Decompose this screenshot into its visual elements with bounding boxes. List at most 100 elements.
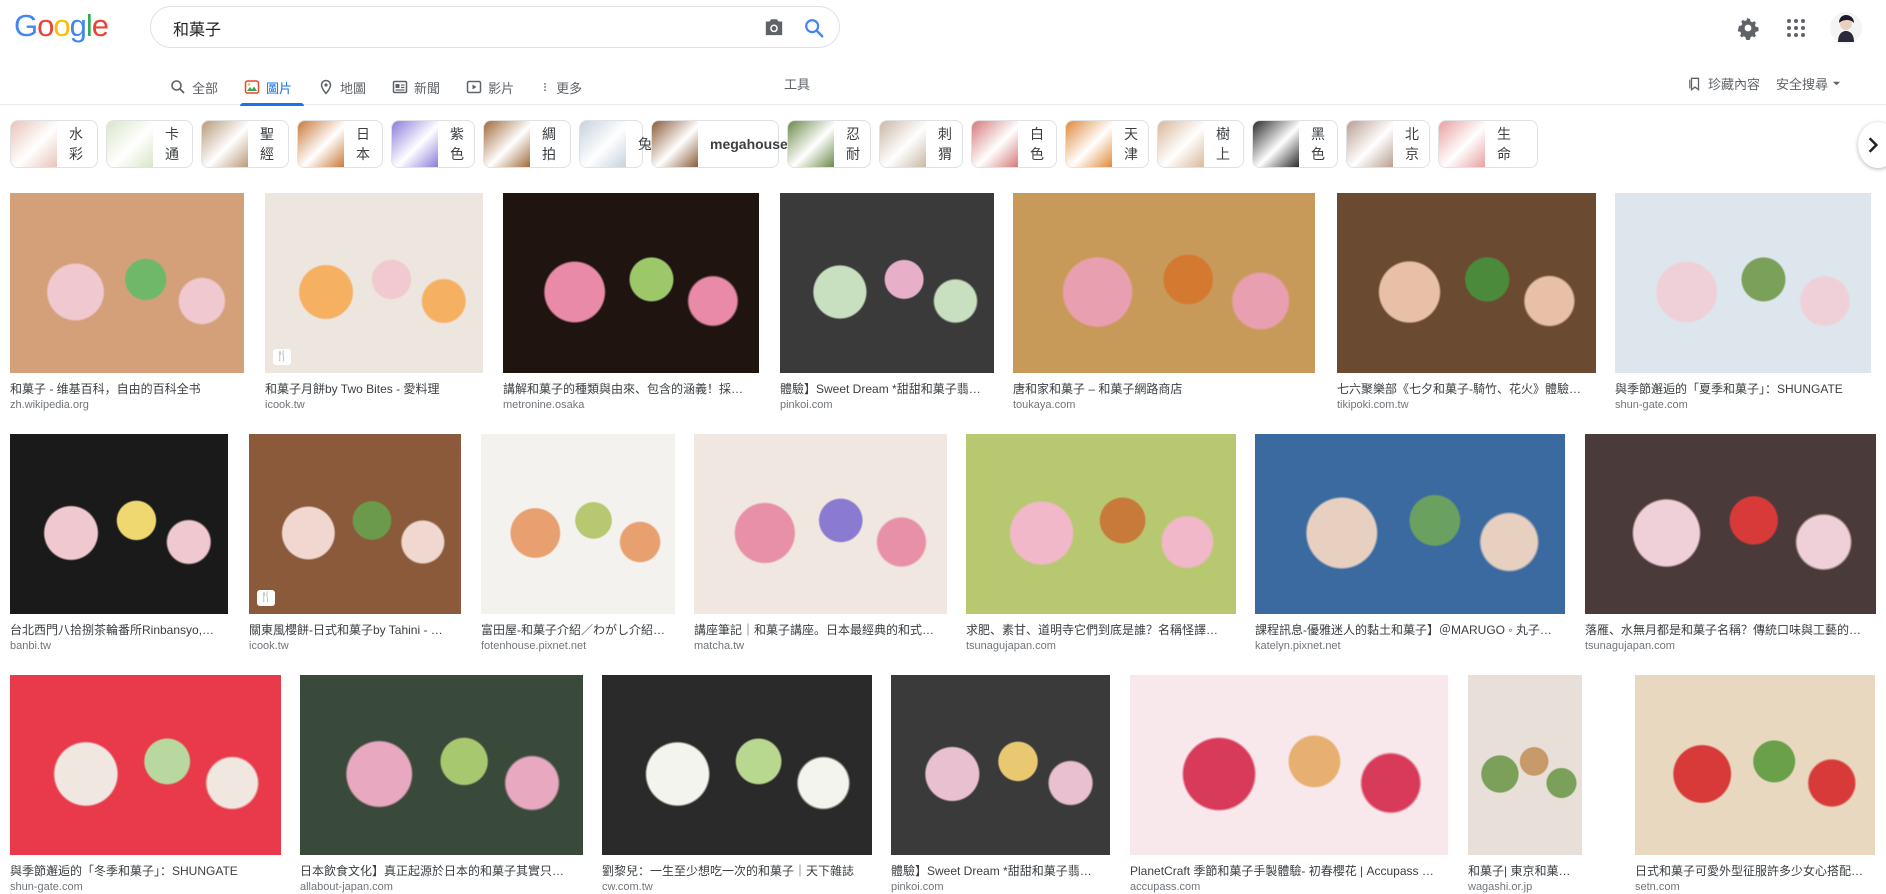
chip-label: 綢 拍 <box>542 126 556 162</box>
related-chip[interactable]: 日本 <box>297 120 383 168</box>
image-result[interactable]: 落雁、水無月都是和菓子名稱？傳統口味與工藝的… tsunagujapan.com <box>1585 434 1876 653</box>
image-result[interactable]: 日式和菓子可愛外型征服許多少女心搭配… setn.com <box>1635 675 1875 894</box>
result-thumbnail[interactable] <box>1585 434 1876 614</box>
result-thumbnail[interactable] <box>780 193 994 373</box>
related-chip[interactable]: 卡通 <box>106 120 193 168</box>
image-result[interactable]: 七六聚樂部《七夕和菓子-騎竹、花火》體驗… tikipoki.com.tw <box>1337 193 1596 412</box>
result-title[interactable]: 關東風櫻餅-日式和菓子by Tahini - … <box>249 623 461 637</box>
result-title[interactable]: 日本飲食文化】真正起源於日本的和菓子其實只… <box>300 864 583 878</box>
related-chip[interactable]: 刺 猬 <box>879 120 963 168</box>
result-title[interactable]: 求肥、素甘、道明寺它們到底是誰？名稱怪譯… <box>966 623 1236 637</box>
result-thumbnail[interactable] <box>1130 675 1448 855</box>
image-result[interactable]: 劉黎兒：一生至少想吃一次的和菓子｜天下雜誌 cw.com.tw <box>602 675 872 894</box>
image-result[interactable]: 日本飲食文化】真正起源於日本的和菓子其實只… allabout-japan.com <box>300 675 583 894</box>
related-chip[interactable]: 黑色 <box>1252 120 1338 168</box>
result-thumbnail[interactable] <box>602 675 872 855</box>
result-thumbnail[interactable] <box>1255 434 1565 614</box>
tab-maps[interactable]: 地圖 <box>314 70 378 104</box>
image-result[interactable]: PlanetCraft 季節和菓子手製體驗- 初春櫻花 | Accupass …… <box>1130 675 1448 894</box>
apps-grid-icon[interactable] <box>1784 16 1808 40</box>
google-logo[interactable]: Google <box>14 8 109 44</box>
related-chip[interactable]: 聖經 <box>201 120 289 168</box>
result-thumbnail[interactable] <box>1468 675 1582 855</box>
result-source: shun-gate.com <box>1615 399 1688 411</box>
result-title[interactable]: 台北西門八拾捌茶輪番所Rinbansyo,… <box>10 623 228 637</box>
image-result[interactable]: 和菓子 - 维基百科，自由的百科全书 zh.wikipedia.org <box>10 193 244 412</box>
related-chip[interactable]: 樹 上 <box>1157 120 1244 168</box>
camera-icon[interactable] <box>763 17 785 37</box>
result-thumbnail[interactable] <box>300 675 583 855</box>
tab-images[interactable]: 圖片 <box>240 70 305 106</box>
result-title[interactable]: 講座筆記｜和菓子講座。日本最經典的和式… <box>694 623 947 637</box>
result-title[interactable]: 與季節邂逅的「夏季和菓子」：SHUNGATE <box>1615 382 1871 396</box>
result-thumbnail[interactable] <box>966 434 1236 614</box>
result-title[interactable]: 和菓子 - 维基百科，自由的百科全书 <box>10 382 244 396</box>
result-thumbnail[interactable] <box>694 434 947 614</box>
search-input[interactable] <box>171 7 735 49</box>
result-thumbnail[interactable] <box>1635 675 1875 855</box>
result-title[interactable]: 講解和菓子的種類與由來、包含的涵義！採… <box>503 382 759 396</box>
image-result[interactable]: 體驗】Sweet Dream *甜甜和菓子翡… pinkoi.com <box>780 193 994 412</box>
result-thumbnail[interactable]: 🍴 <box>265 193 483 373</box>
result-thumbnail[interactable] <box>503 193 759 373</box>
result-title[interactable]: 富田屋-和菓子介紹／わがし介紹… <box>481 623 675 637</box>
result-thumbnail[interactable] <box>1615 193 1871 373</box>
result-thumbnail[interactable] <box>891 675 1110 855</box>
image-result[interactable]: 與季節邂逅的「冬季和菓子」：SHUNGATE shun-gate.com <box>10 675 281 894</box>
related-chip[interactable]: 北京 <box>1346 120 1430 168</box>
related-chip[interactable]: 紫色 <box>391 120 475 168</box>
result-thumbnail[interactable] <box>10 434 228 614</box>
related-chip[interactable]: 生命 <box>1438 120 1538 168</box>
related-chip[interactable]: 兔 <box>579 120 652 168</box>
search-icon[interactable] <box>803 17 825 39</box>
result-thumbnail[interactable] <box>1337 193 1596 373</box>
result-thumbnail[interactable]: 🍴 <box>249 434 461 614</box>
related-chip[interactable]: 綢 拍 <box>483 120 571 168</box>
result-title[interactable]: 劉黎兒：一生至少想吃一次的和菓子｜天下雜誌 <box>602 864 872 878</box>
result-title[interactable]: 日式和菓子可愛外型征服許多少女心搭配… <box>1635 864 1875 878</box>
result-title[interactable]: 唐和家和菓子 – 和菓子網路商店 <box>1013 382 1315 396</box>
tab-more[interactable]: 更多 <box>536 70 594 104</box>
chip-label: 日本 <box>356 126 370 162</box>
result-thumbnail[interactable] <box>1013 193 1315 373</box>
image-result[interactable]: 🍴 關東風櫻餅-日式和菓子by Tahini - … icook.tw <box>249 434 461 653</box>
image-result[interactable]: 講解和菓子的種類與由來、包含的涵義！採… metronine.osaka <box>503 193 759 412</box>
image-result[interactable]: 和菓子| 東京和菓子協會 wagashi.or.jp <box>1468 675 1582 894</box>
result-title[interactable]: 和菓子| 東京和菓子協會 <box>1468 864 1582 878</box>
image-result[interactable]: 求肥、素甘、道明寺它們到底是誰？名稱怪譯… tsunagujapan.com <box>966 434 1236 653</box>
related-chip[interactable]: 白色 <box>971 120 1057 168</box>
related-chip[interactable]: 水彩 <box>10 120 98 168</box>
related-chip[interactable]: 天津 <box>1065 120 1149 168</box>
image-result[interactable]: 講座筆記｜和菓子講座。日本最經典的和式… matcha.tw <box>694 434 947 653</box>
tab-news[interactable]: 新聞 <box>388 70 452 104</box>
image-result[interactable]: 體驗】Sweet Dream *甜甜和菓子翡… pinkoi.com <box>891 675 1110 894</box>
tab-all[interactable]: 全部 <box>166 70 230 104</box>
saved-button[interactable]: 珍藏內容 <box>1688 74 1760 93</box>
result-thumbnail[interactable] <box>10 675 281 855</box>
avatar[interactable] <box>1830 12 1862 44</box>
result-title[interactable]: 體驗】Sweet Dream *甜甜和菓子翡… <box>780 382 994 396</box>
tab-videos[interactable]: 影片 <box>462 70 526 104</box>
image-result[interactable]: 與季節邂逅的「夏季和菓子」：SHUNGATE shun-gate.com <box>1615 193 1871 412</box>
image-result[interactable]: 台北西門八拾捌茶輪番所Rinbansyo,… banbi.tw <box>10 434 228 653</box>
safe-search-button[interactable]: 安全搜尋 <box>1776 74 1841 93</box>
result-title[interactable]: 落雁、水無月都是和菓子名稱？傳統口味與工藝的… <box>1585 623 1876 637</box>
result-title[interactable]: 與季節邂逅的「冬季和菓子」：SHUNGATE <box>10 864 281 878</box>
result-source: tikipoki.com.tw <box>1337 399 1409 411</box>
result-title[interactable]: PlanetCraft 季節和菓子手製體驗- 初春櫻花 | Accupass … <box>1130 864 1448 878</box>
image-result[interactable]: 唐和家和菓子 – 和菓子網路商店 toukaya.com <box>1013 193 1315 412</box>
result-title[interactable]: 七六聚樂部《七夕和菓子-騎竹、花火》體驗… <box>1337 382 1596 396</box>
tools-button[interactable]: 工具 <box>784 74 810 93</box>
result-title[interactable]: 體驗】Sweet Dream *甜甜和菓子翡… <box>891 864 1110 878</box>
image-result[interactable]: 🍴 和菓子月餅by Two Bites - 愛料理 icook.tw <box>265 193 483 412</box>
image-result[interactable]: 富田屋-和菓子介紹／わがし介紹… fotenhouse.pixnet.net <box>481 434 675 653</box>
gear-icon[interactable] <box>1736 16 1760 41</box>
result-thumbnail[interactable] <box>481 434 675 614</box>
image-result[interactable]: 課程訊息-優雅迷人的黏土和菓子】＠MARUGO ◦ 丸子… katelyn.pix… <box>1255 434 1565 653</box>
result-thumbnail[interactable] <box>10 193 244 373</box>
related-chip[interactable]: 忍 耐 <box>787 120 871 168</box>
result-title[interactable]: 課程訊息-優雅迷人的黏土和菓子】＠MARUGO ◦ 丸子… <box>1255 623 1565 637</box>
chips-next-button[interactable] <box>1858 122 1886 168</box>
result-title[interactable]: 和菓子月餅by Two Bites - 愛料理 <box>265 382 483 396</box>
related-chip[interactable]: megahouse <box>651 120 788 168</box>
